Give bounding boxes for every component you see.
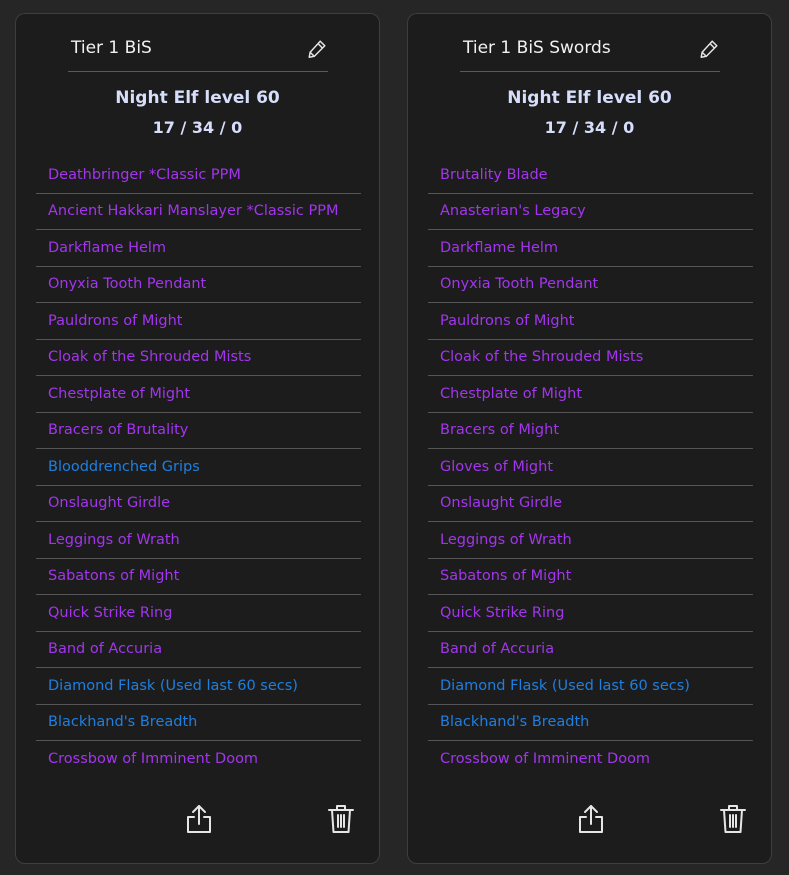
- talent-points: 17 / 34 / 0: [544, 118, 635, 137]
- item-link[interactable]: Crossbow of Imminent Doom: [36, 741, 361, 778]
- item-link[interactable]: Onyxia Tooth Pendant: [428, 267, 753, 303]
- trash-icon[interactable]: [719, 803, 747, 835]
- item-link[interactable]: Diamond Flask (Used last 60 secs): [36, 668, 361, 705]
- card-title: Tier 1 BiS: [71, 38, 152, 58]
- talent-points: 17 / 34 / 0: [152, 118, 243, 137]
- item-link[interactable]: Sabatons of Might: [36, 559, 361, 595]
- item-link[interactable]: Chestplate of Might: [428, 376, 753, 413]
- card-header: Tier 1 BiS Swords: [460, 32, 720, 72]
- item-link[interactable]: Chestplate of Might: [36, 376, 361, 413]
- item-link[interactable]: Sabatons of Might: [428, 559, 753, 595]
- character-race-level: Night Elf level 60: [115, 88, 280, 108]
- item-link[interactable]: Leggings of Wrath: [36, 522, 361, 559]
- item-link[interactable]: Anasterian's Legacy: [428, 194, 753, 230]
- pencil-icon[interactable]: [698, 38, 720, 60]
- item-link[interactable]: Deathbringer *Classic PPM: [36, 157, 361, 194]
- item-list: Deathbringer *Classic PPM Ancient Hakkari…: [36, 157, 361, 778]
- item-link[interactable]: Blooddrenched Grips: [36, 449, 361, 486]
- item-link[interactable]: Band of Accuria: [428, 632, 753, 668]
- item-link[interactable]: Leggings of Wrath: [428, 522, 753, 559]
- item-link[interactable]: Bracers of Might: [428, 413, 753, 449]
- pencil-icon[interactable]: [306, 38, 328, 60]
- card-title: Tier 1 BiS Swords: [463, 38, 611, 58]
- item-link[interactable]: Crossbow of Imminent Doom: [428, 741, 753, 778]
- character-race-level: Night Elf level 60: [507, 88, 672, 108]
- item-link[interactable]: Quick Strike Ring: [428, 595, 753, 632]
- item-link[interactable]: Darkflame Helm: [36, 230, 361, 267]
- item-link[interactable]: Pauldrons of Might: [428, 303, 753, 340]
- item-link[interactable]: Quick Strike Ring: [36, 595, 361, 632]
- share-icon[interactable]: [577, 803, 605, 835]
- item-link[interactable]: Blackhand's Breadth: [36, 705, 361, 741]
- share-icon[interactable]: [185, 803, 213, 835]
- gear-set-card: Tier 1 BiS Swords Night Elf level 60 17 …: [407, 13, 772, 864]
- item-link[interactable]: Blackhand's Breadth: [428, 705, 753, 741]
- item-link[interactable]: Gloves of Might: [428, 449, 753, 486]
- item-link[interactable]: Brutality Blade: [428, 157, 753, 194]
- trash-icon[interactable]: [327, 803, 355, 835]
- item-link[interactable]: Band of Accuria: [36, 632, 361, 668]
- item-link[interactable]: Cloak of the Shrouded Mists: [428, 340, 753, 376]
- item-link[interactable]: Ancient Hakkari Manslayer *Classic PPM: [36, 194, 361, 230]
- item-link[interactable]: Onslaught Girdle: [428, 486, 753, 522]
- item-link[interactable]: Diamond Flask (Used last 60 secs): [428, 668, 753, 705]
- item-link[interactable]: Onyxia Tooth Pendant: [36, 267, 361, 303]
- item-list: Brutality Blade Anasterian's Legacy Darkfl…: [428, 157, 753, 778]
- gear-set-card: Tier 1 BiS Night Elf level 60 17 / 34 / …: [15, 13, 380, 864]
- item-link[interactable]: Cloak of the Shrouded Mists: [36, 340, 361, 376]
- item-link[interactable]: Pauldrons of Might: [36, 303, 361, 340]
- item-link[interactable]: Onslaught Girdle: [36, 486, 361, 522]
- item-link[interactable]: Bracers of Brutality: [36, 413, 361, 449]
- card-header: Tier 1 BiS: [68, 32, 328, 72]
- item-link[interactable]: Darkflame Helm: [428, 230, 753, 267]
